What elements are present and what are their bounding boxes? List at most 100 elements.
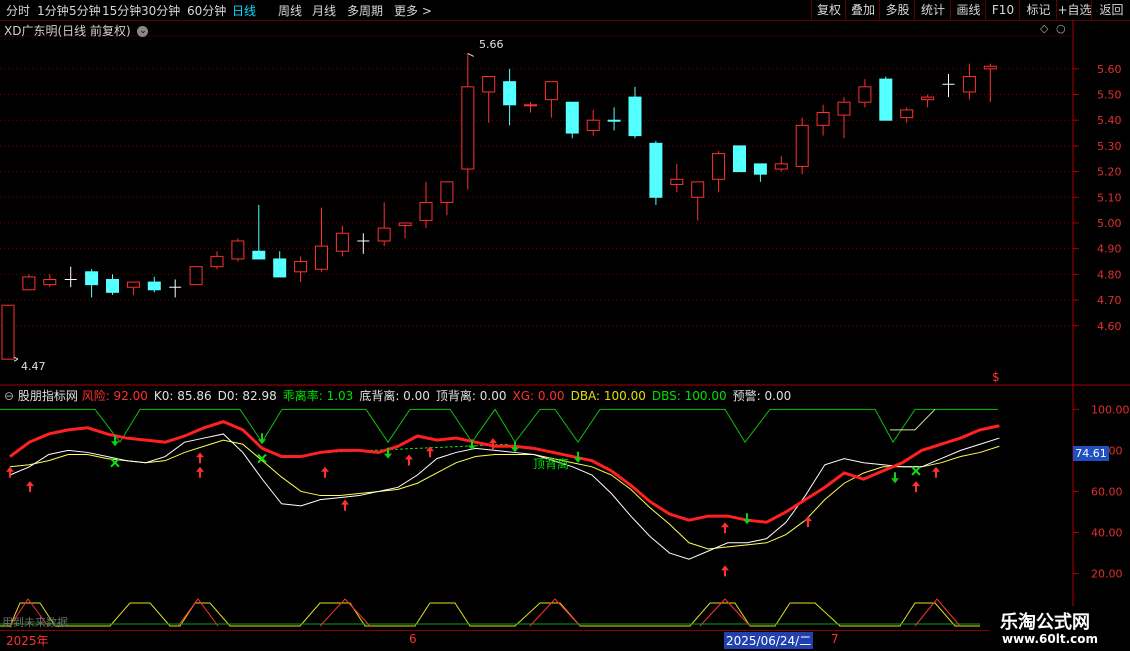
up-arrow <box>26 481 34 493</box>
candle <box>921 94 935 108</box>
candle-body <box>586 119 600 131</box>
candle <box>983 63 997 103</box>
candle-body <box>231 240 245 260</box>
up-arrow <box>804 516 812 528</box>
candle <box>795 117 809 175</box>
stock-title: XD广东明(日线 前复权) <box>4 24 131 38</box>
candle <box>524 102 537 113</box>
candle <box>106 274 119 295</box>
candle <box>85 269 99 298</box>
candle-body <box>147 281 161 291</box>
candle-body <box>983 65 997 70</box>
candle <box>565 101 579 139</box>
candle-body <box>774 163 788 170</box>
candle-body <box>858 86 872 103</box>
indicator-value: 风险: 92.00 <box>81 389 148 403</box>
candle-body <box>106 279 119 293</box>
y-tick-label: 5.10 <box>1097 191 1122 204</box>
candle-body <box>900 109 914 119</box>
min-price-value: 4.47 <box>21 360 46 373</box>
candle-body <box>544 81 558 101</box>
candle <box>942 73 955 98</box>
candle <box>586 109 600 136</box>
candle-body <box>962 76 976 93</box>
diamond-icon[interactable]: ◇ <box>1040 22 1048 35</box>
watermark-url: www.60lt.com <box>1002 632 1099 646</box>
future-data-hint: 用到未来数据 <box>2 616 68 629</box>
up-arrow <box>912 481 920 493</box>
candle <box>315 207 328 272</box>
candle <box>252 205 266 260</box>
candle-body <box>85 271 99 286</box>
candle-body <box>335 232 349 252</box>
up-arrow <box>405 454 413 466</box>
candle <box>544 81 558 118</box>
collapse-icon[interactable]: ⊖ <box>4 389 14 403</box>
indicator-value: DBA: 100.00 <box>570 389 646 403</box>
up-arrow <box>321 466 329 478</box>
candle <box>879 76 893 121</box>
candle <box>753 163 767 182</box>
candle-body <box>795 124 809 167</box>
candle <box>43 274 57 288</box>
candle <box>670 163 684 193</box>
candle-body <box>252 250 266 260</box>
indicator-title: ⊖ 股朋指标网 风险: 92.00 K0: 85.86 D0: 82.98 乖离率: … <box>4 387 797 404</box>
candle-body <box>691 181 705 198</box>
down-arrow <box>891 472 899 484</box>
candle-body <box>419 201 433 221</box>
candle <box>461 53 475 190</box>
candle-body <box>816 112 830 126</box>
indicator-value: 预警: 0.00 <box>732 389 792 403</box>
watermark-cn: 乐淘公式网 <box>1000 612 1090 633</box>
max-price-value: 5.66 <box>479 38 504 51</box>
y-tick-label: 4.60 <box>1097 320 1122 333</box>
y-tick-label: 4.70 <box>1097 294 1122 307</box>
indicator-value: 底背离: 0.00 <box>359 389 430 403</box>
candle-body <box>753 163 767 175</box>
indicator-name: 股朋指标网 <box>14 389 82 403</box>
series-line <box>9 420 1000 524</box>
candle-body <box>712 153 726 180</box>
candle <box>712 151 726 193</box>
series-line <box>9 439 1000 550</box>
candle <box>294 256 308 283</box>
candle-body <box>670 178 684 185</box>
min-price-label: 4.47 <box>21 360 46 373</box>
selected-date[interactable]: 2025/06/24/二 <box>724 632 814 649</box>
up-arrow <box>6 466 14 478</box>
candle-body <box>43 279 57 286</box>
chart-canvas[interactable]: 4.60 4.70 4.80 4.90 5.00 5.10 5.20 5.30 5.40 5.50… <box>0 0 1130 650</box>
chevron-down-icon[interactable]: ⌄ <box>137 26 149 37</box>
candle <box>628 86 642 139</box>
candle-body <box>22 276 36 291</box>
candle-body <box>879 78 893 121</box>
candle <box>210 251 224 270</box>
max-price-label: 5.66 <box>479 38 504 51</box>
candle <box>231 238 245 262</box>
candle-body <box>377 227 391 242</box>
price-panel-title: XD广东明(日线 前复权) ⌄ <box>4 22 149 39</box>
y-tick-label: 60.00 <box>1091 485 1123 498</box>
candle-body <box>461 86 475 170</box>
candle <box>126 281 140 295</box>
panel-options-icons[interactable]: ◇ ○ <box>1040 22 1066 35</box>
candle-body <box>126 281 140 288</box>
dollar-mark: $ <box>992 370 1000 384</box>
indicator-value: 顶背离: 0.00 <box>435 389 507 403</box>
candle <box>377 202 391 247</box>
y-tick-label: 20.00 <box>1091 568 1123 581</box>
candle <box>503 68 517 126</box>
y-tick-label: 5.00 <box>1097 217 1122 230</box>
signal-line <box>0 408 998 444</box>
candle <box>357 233 370 254</box>
candle <box>733 145 746 173</box>
up-arrow <box>721 522 729 534</box>
y-tick-label: 5.30 <box>1097 140 1122 153</box>
indicator-value: DBS: 100.00 <box>651 389 727 403</box>
circle-icon[interactable]: ○ <box>1056 22 1066 35</box>
max-pointer <box>467 52 475 57</box>
candle <box>22 274 36 291</box>
candle-body <box>315 245 328 270</box>
y-tick-label: 100.00 <box>1091 403 1130 416</box>
